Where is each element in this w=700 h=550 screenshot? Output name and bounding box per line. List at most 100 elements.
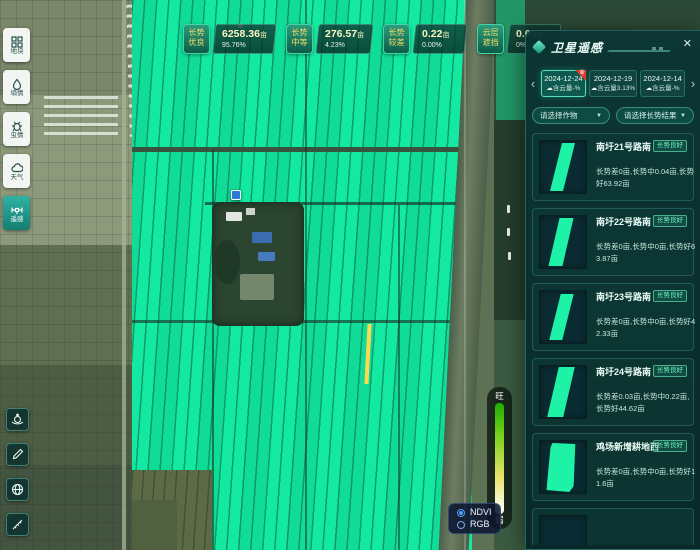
panel-header: 卫星遥感 ✕ <box>526 31 700 63</box>
date-label: 2024-12-19 <box>591 74 635 85</box>
growth-stats-bar: 长势优良 6258.36亩 95.76% 长势中等 276.57亩 4.23% … <box>183 24 560 54</box>
map-road <box>122 0 126 550</box>
list-item[interactable]: 南圩24号路南 长势良好 长势差0.03亩,长势中0.22亩,长势好44.62亩 <box>532 358 694 426</box>
field-detail: 长势差0亩,长势中0亩,长势好11.6亩 <box>596 466 696 489</box>
sidebar-item-remote-sensing[interactable]: 遥感 <box>3 196 30 230</box>
sidebar-item-pests[interactable]: 虫情 <box>3 112 30 146</box>
draw-button[interactable] <box>6 443 29 466</box>
stat-growth-medium: 长势中等 276.57亩 4.23% <box>286 24 372 54</box>
stat-percent: 0.00% <box>422 41 458 50</box>
field-detail: 长势差0亩,长势中0.04亩,长势好63.92亩 <box>596 166 696 189</box>
crop-select-value: 请选择作物 <box>540 112 578 120</box>
field-detail: 长势差0.03亩,长势中0.22亩,长势好44.62亩 <box>596 391 696 414</box>
stat-value-box: 276.57亩 4.23% <box>315 24 373 54</box>
sidebar-item-label: 天气 <box>10 174 23 180</box>
layer-option-rgb[interactable]: RGB <box>457 520 492 529</box>
date-tab[interactable]: 2024-12-19 ☁含云量3.13% <box>589 70 637 97</box>
date-selector: ‹ 2024-12-24 ☁含云量-% 新 2024-12-19 ☁含云量3.1… <box>526 63 700 103</box>
crop-select[interactable]: 请选择作物 ▼ <box>532 107 610 125</box>
cloud-amount: 含云量-% <box>652 85 679 92</box>
measure-icon <box>11 518 24 531</box>
satellite-view-button[interactable] <box>6 408 29 431</box>
diamond-icon <box>532 40 546 54</box>
header-decoration <box>659 47 663 50</box>
field-shape <box>550 143 575 191</box>
field-thumbnail <box>539 365 587 419</box>
field-thumbnail <box>539 290 587 344</box>
stat-label-chip: 长势优良 <box>183 24 210 54</box>
date-tab[interactable]: 2024-12-14 ☁含云量-% <box>640 70 685 97</box>
chevron-down-icon: ▼ <box>596 113 602 119</box>
date-label: 2024-12-14 <box>642 74 683 85</box>
map-tools <box>6 408 29 536</box>
sidebar-item-weather[interactable]: 天气 <box>3 154 30 188</box>
field-thumbnail <box>539 440 587 494</box>
legend-top-label: 旺 <box>495 392 504 401</box>
map-field-patch <box>132 500 177 550</box>
list-item[interactable]: 南圩22号路南 长势良好 长势差0亩,长势中0亩,长势好63.87亩 <box>532 208 694 276</box>
weather-icon <box>11 161 23 173</box>
measure-button[interactable] <box>6 513 29 536</box>
map-lane-marking <box>508 252 511 260</box>
map-trees <box>214 240 240 284</box>
stat-percent: 4.23% <box>325 41 364 50</box>
layer-option-label: RGB <box>470 520 490 529</box>
field-thumbnail <box>539 140 587 194</box>
sidebar-item-label: 地块 <box>10 48 23 54</box>
parcels-icon <box>11 35 23 47</box>
stat-area: 0.22 <box>422 28 442 40</box>
map-blue-roof-building <box>252 232 272 243</box>
cloud-amount: 含云量-% <box>553 85 580 92</box>
growth-badge: 长势良好 <box>653 215 687 227</box>
map-field-divider <box>398 205 400 550</box>
map-trees <box>494 120 528 320</box>
growth-badge: 长势良好 <box>653 365 687 377</box>
globe-button[interactable] <box>6 478 29 501</box>
map-building <box>246 208 255 215</box>
pencil-icon <box>11 448 24 461</box>
chevron-down-icon: ▼ <box>680 113 686 119</box>
list-item[interactable]: 南圩23号路南 长势良好 长势差0亩,长势中0亩,长势好42.33亩 <box>532 283 694 351</box>
globe-icon <box>11 483 24 496</box>
prev-date-icon[interactable]: ‹ <box>528 77 538 90</box>
next-date-icon[interactable]: › <box>688 77 698 90</box>
field-thumbnail <box>539 515 587 545</box>
header-decoration <box>607 50 671 52</box>
satellite-monitoring-app: 地块 墒情 虫情 天气 遥感 <box>0 0 700 550</box>
field-thumbnail <box>539 215 587 269</box>
sidebar-item-moisture[interactable]: 墒情 <box>3 70 30 104</box>
field-detail: 长势差0亩,长势中0亩,长势好63.87亩 <box>596 241 696 264</box>
stat-growth-excellent: 长势优良 6258.36亩 95.76% <box>183 24 275 54</box>
list-item[interactable] <box>532 508 694 545</box>
map-location-marker[interactable] <box>231 190 241 200</box>
layer-option-ndvi[interactable]: NDVI <box>457 508 492 517</box>
panel-title: 卫星遥感 <box>551 39 603 56</box>
growth-result-select[interactable]: 请选择长势结果 ▼ <box>616 107 694 125</box>
sidebar-item-label: 虫情 <box>10 132 23 138</box>
sidebar-item-parcels[interactable]: 地块 <box>3 28 30 62</box>
list-item[interactable]: 南圩21号路南 长势良好 长势差0亩,长势中0.04亩,长势好63.92亩 <box>532 133 694 201</box>
remote-sensing-icon <box>11 203 23 215</box>
date-tab[interactable]: 2024-12-24 ☁含云量-% 新 <box>541 70 586 97</box>
growth-badge: 长势良好 <box>653 290 687 302</box>
growth-badge: 长势良好 <box>653 140 687 152</box>
field-list[interactable]: 南圩21号路南 长势良好 长势差0亩,长势中0.04亩,长势好63.92亩 南圩… <box>526 133 700 545</box>
map-lane-marking <box>507 205 510 213</box>
field-shape <box>549 294 573 340</box>
list-item[interactable]: 鸡场新增耕地西 长势良好 长势差0亩,长势中0亩,长势好11.6亩 <box>532 433 694 501</box>
stat-growth-poor: 长势较差 0.22亩 0.00% <box>383 24 466 54</box>
map-road-edge <box>464 0 466 550</box>
pest-icon <box>11 119 23 131</box>
filter-row: 请选择作物 ▼ 请选择长势结果 ▼ <box>526 103 700 134</box>
satellite-panel: 卫星遥感 ✕ ‹ 2024-12-24 ☁含云量-% 新 2024-12-19 … <box>525 30 700 550</box>
close-icon[interactable]: ✕ <box>683 39 692 50</box>
sidebar-item-label: 墒情 <box>10 90 23 96</box>
sidebar-item-label: 遥感 <box>10 216 23 222</box>
radio-selected-icon <box>457 509 465 517</box>
map-lane-marking <box>507 228 510 236</box>
layer-toggle: NDVI RGB <box>448 503 501 534</box>
stat-label-chip: 长势较差 <box>383 24 410 54</box>
map-field-divider <box>305 0 307 550</box>
radio-unselected-icon <box>457 521 465 529</box>
header-decoration <box>652 47 656 50</box>
